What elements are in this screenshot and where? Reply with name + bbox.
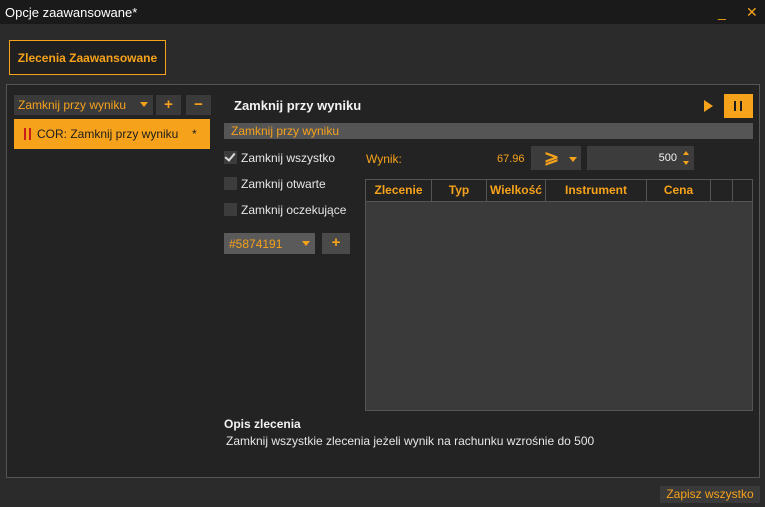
column-header-typ[interactable]: Typ	[432, 180, 487, 201]
window-title: Opcje zaawansowane*	[5, 5, 138, 20]
order-heading: Zamknij przy wyniku	[234, 98, 362, 113]
remove-order-button[interactable]: −	[186, 95, 211, 115]
order-list-item[interactable]: COR: Zamknij przy wyniku *	[14, 119, 210, 149]
order-id-value: #5874191	[229, 237, 283, 251]
close-open-label: Zamknij otwarte	[241, 177, 326, 191]
stepper-down-icon[interactable]	[683, 161, 689, 165]
minimize-button[interactable]: _	[718, 4, 726, 20]
pause-icon	[734, 101, 742, 111]
threshold-input[interactable]: 500	[587, 146, 694, 170]
add-order-button[interactable]: +	[156, 95, 181, 115]
order-type-select[interactable]: Zamknij przy wyniku	[14, 95, 153, 115]
pause-status-icon	[24, 128, 31, 140]
tab-advanced-orders[interactable]: Zlecenia Zaawansowane	[9, 40, 166, 75]
title-bar: Opcje zaawansowane* _ ✕	[0, 0, 765, 24]
save-all-button[interactable]: Zapisz wszystko	[660, 486, 760, 503]
add-order-id-button[interactable]: +	[322, 233, 350, 254]
checkmark-icon	[224, 150, 236, 162]
modified-marker: *	[192, 127, 197, 141]
order-type-value: Zamknij przy wyniku	[18, 98, 127, 112]
column-header-extra-2[interactable]	[733, 180, 752, 201]
description-title: Opis zlecenia	[224, 417, 301, 431]
result-value: 67.96	[497, 153, 525, 165]
close-all-label: Zamknij wszystko	[241, 151, 336, 165]
chevron-down-icon	[569, 157, 577, 162]
order-list-item-label: COR: Zamknij przy wyniku	[37, 127, 179, 141]
stepper-up-icon[interactable]	[683, 151, 689, 155]
close-pending-checkbox[interactable]	[224, 203, 237, 216]
column-header-cena[interactable]: Cena	[647, 180, 711, 201]
chevron-down-icon	[140, 102, 148, 107]
chevron-down-icon	[302, 241, 310, 246]
close-button[interactable]: ✕	[746, 4, 758, 20]
column-header-wielkosc[interactable]: Wielkość	[487, 180, 546, 201]
description-text: Zamknij wszystkie zlecenia jeżeli wynik …	[226, 434, 595, 448]
column-header-zlecenie[interactable]: Zlecenie	[366, 180, 432, 201]
table-header: Zlecenie Typ Wielkość Instrument Cena	[366, 180, 752, 202]
threshold-value: 500	[658, 152, 677, 164]
pause-button[interactable]	[724, 94, 753, 118]
column-header-extra[interactable]	[711, 180, 733, 201]
section-title: Zamknij przy wyniku	[231, 124, 340, 138]
greater-equal-icon: ⩾	[544, 147, 560, 167]
close-pending-label: Zamknij oczekujące	[241, 203, 347, 217]
close-all-checkbox[interactable]	[224, 150, 237, 164]
tab-label: Zlecenia Zaawansowane	[17, 51, 158, 65]
column-header-instrument[interactable]: Instrument	[546, 180, 647, 201]
play-button[interactable]	[696, 94, 720, 118]
section-header: Zamknij przy wyniku	[224, 123, 753, 139]
result-label: Wynik:	[366, 152, 402, 166]
orders-table: Zlecenie Typ Wielkość Instrument Cena	[365, 179, 753, 411]
operator-select[interactable]: ⩾	[531, 146, 581, 170]
order-id-select[interactable]: #5874191	[224, 233, 315, 254]
close-open-checkbox[interactable]	[224, 177, 237, 190]
play-icon	[704, 100, 713, 112]
